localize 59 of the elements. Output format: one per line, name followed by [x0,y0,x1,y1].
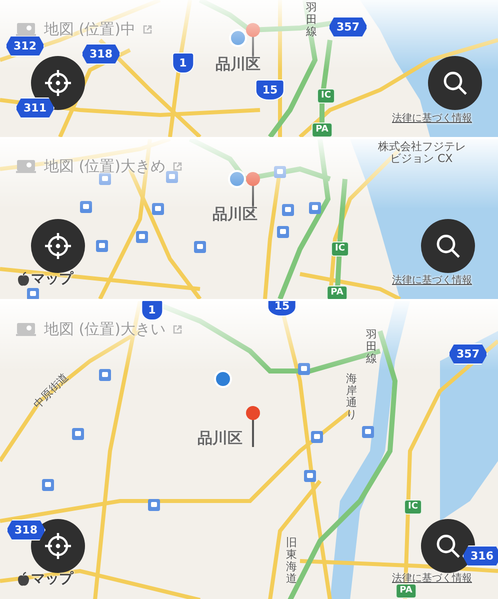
legal-info-link[interactable]: 法律に基づく情報 [392,273,472,288]
train-station-icon [136,231,148,243]
route-shield: IC [317,88,335,104]
train-station-icon [277,226,289,238]
map-label: 旧東海道 [286,537,297,586]
district-label: 品川区 [198,428,242,449]
search-icon [434,232,462,260]
train-station-icon [27,288,39,299]
location-dot-icon [229,29,247,47]
train-station-icon [80,201,92,213]
route-shield: IC [331,242,349,256]
map-card-icon [16,158,36,174]
logo-icon [17,272,30,287]
train-station-icon [311,431,323,443]
train-station-icon [42,479,54,491]
train-station-icon [72,428,84,440]
map-label: 羽田線 [306,2,317,38]
map-title: 地図 (位置)大きい [44,319,166,340]
train-station-icon [282,204,294,216]
crosshair-icon [43,531,73,561]
map-title: 地図 (位置)大きめ [44,156,166,177]
route-shield: 1 [141,301,163,320]
location-dot-icon [228,170,246,188]
route-shield: 316 [462,546,498,566]
district-label: 品川区 [212,204,258,225]
map-card-icon [16,322,36,337]
legal-info-link[interactable]: 法律に基づく情報 [392,111,472,126]
search-icon [441,69,469,97]
train-station-icon [309,202,321,214]
map-label: 株式会社フジテレ [378,139,466,153]
search-icon [434,532,462,560]
train-station-icon [99,173,111,185]
crosshair-icon [43,68,73,98]
route-shield: PA [396,584,416,598]
map-label: 海岸通り [346,373,357,422]
map-pin-icon [246,406,260,447]
train-station-icon [152,203,164,215]
map-label: ビジョン CX [390,152,453,167]
logo-icon [17,572,30,587]
route-shield: PA [326,286,348,299]
district-label: 品川区 [216,54,260,75]
route-shield: PA [312,122,332,137]
route-shield: IC [404,500,422,514]
train-station-icon [99,369,111,381]
map-card-icon [16,22,36,37]
train-station-icon [96,240,108,252]
train-station-icon [362,426,374,438]
map-label: 羽田線 [366,329,377,366]
train-station-icon [194,241,206,253]
train-station-icon [304,470,316,482]
train-station-icon [166,171,178,183]
route-shield: 1 [172,52,194,74]
location-dot-icon [214,370,232,388]
crosshair-icon [43,231,73,261]
train-station-icon [274,166,286,178]
route-shield: 15 [255,80,285,100]
train-station-icon [148,499,160,511]
train-station-icon [298,363,310,375]
map-label: 中原街道 [30,370,72,413]
